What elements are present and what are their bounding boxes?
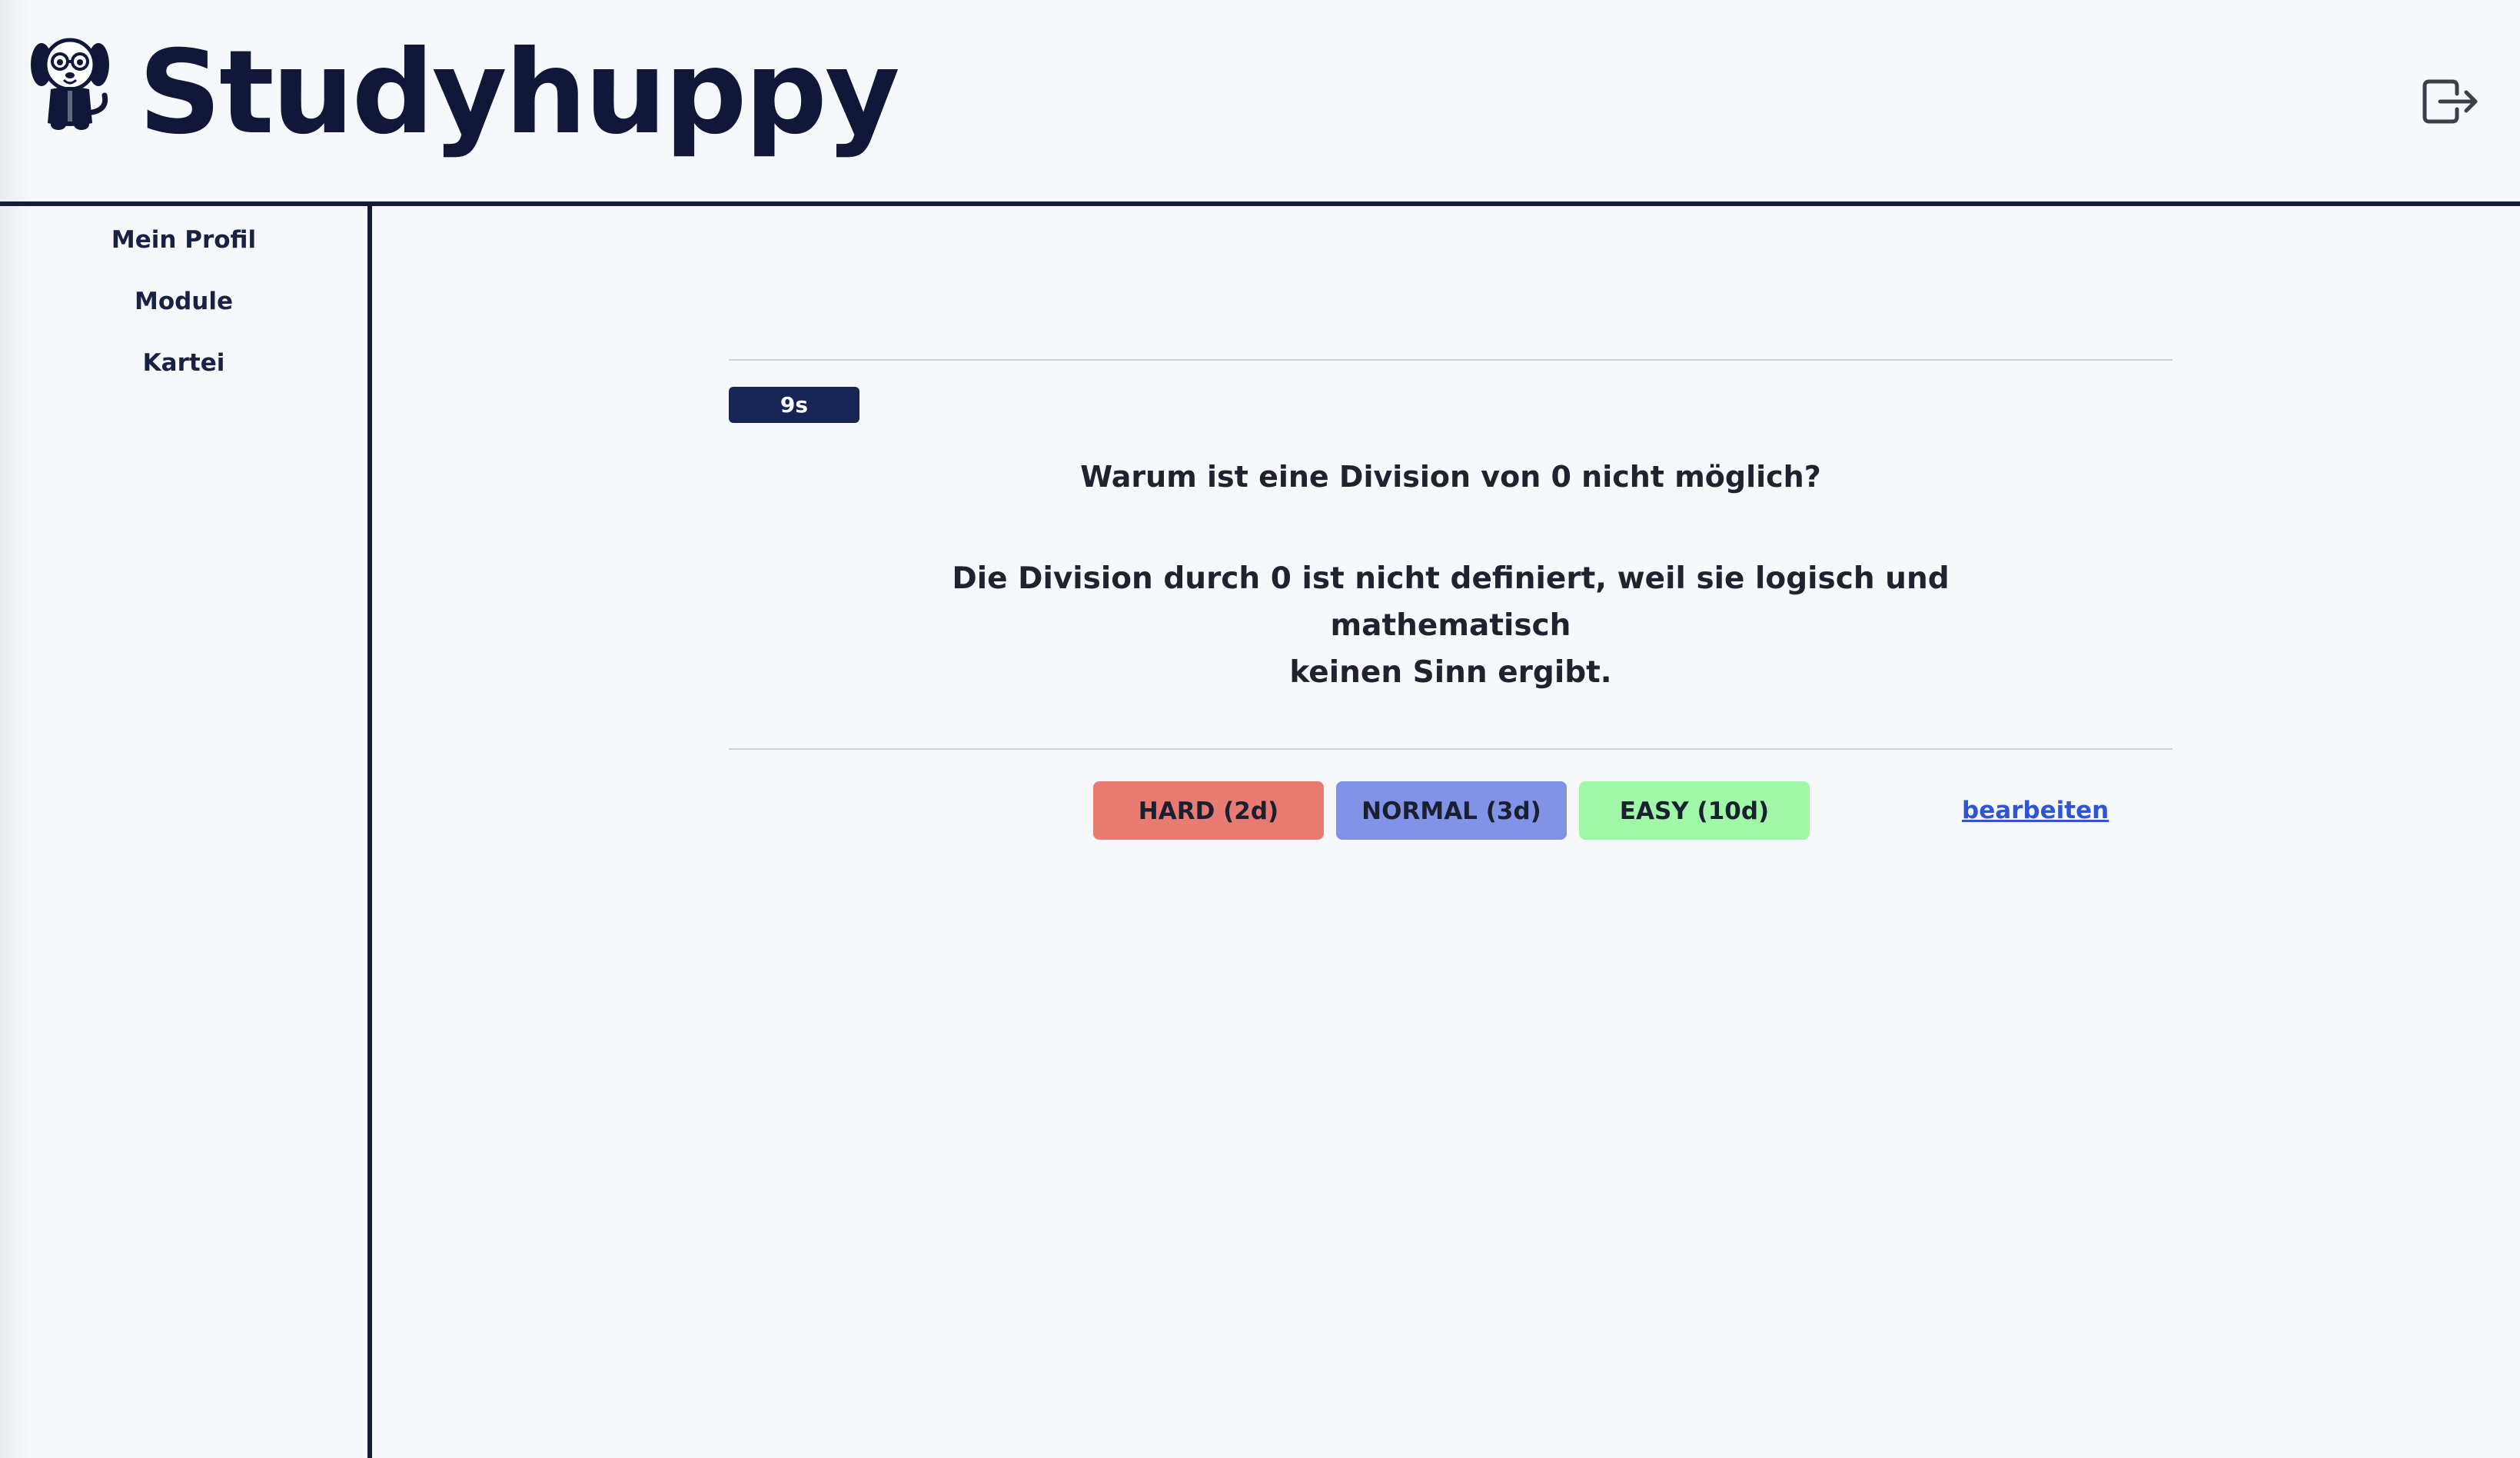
timer-badge: 9s bbox=[729, 387, 859, 423]
app-root: Studyhuppy Mein Profil Module Kartei 9s … bbox=[0, 0, 2520, 1458]
flashcard-question: Warum ist eine Division von 0 nicht mögl… bbox=[1080, 460, 1821, 494]
easy-button[interactable]: EASY (10d) bbox=[1579, 781, 1810, 840]
sidebar: Mein Profil Module Kartei bbox=[0, 206, 372, 1458]
flashcard-answer-line-2: keinen Sinn ergibt. bbox=[1289, 655, 1612, 690]
card-bottom-divider bbox=[729, 748, 2173, 750]
hard-button[interactable]: HARD (2d) bbox=[1093, 781, 1324, 840]
card-top-divider bbox=[729, 359, 2173, 361]
logout-icon[interactable] bbox=[2419, 74, 2480, 129]
normal-button[interactable]: NORMAL (3d) bbox=[1336, 781, 1567, 840]
dog-mascot-icon[interactable] bbox=[28, 34, 112, 134]
edit-link[interactable]: bearbeiten bbox=[1962, 792, 2109, 829]
brand-title[interactable]: Studyhuppy bbox=[138, 28, 900, 158]
flashcard-answer-line-1: Die Division durch 0 ist nicht definiert… bbox=[952, 561, 1950, 643]
sidebar-item-module[interactable]: Module bbox=[0, 278, 367, 325]
top-header: Studyhuppy bbox=[0, 0, 2520, 206]
sidebar-item-mein-profil[interactable]: Mein Profil bbox=[0, 217, 367, 263]
sidebar-item-kartei[interactable]: Kartei bbox=[0, 340, 367, 386]
flashcard-answer: Die Division durch 0 ist nicht definiert… bbox=[923, 555, 1979, 696]
